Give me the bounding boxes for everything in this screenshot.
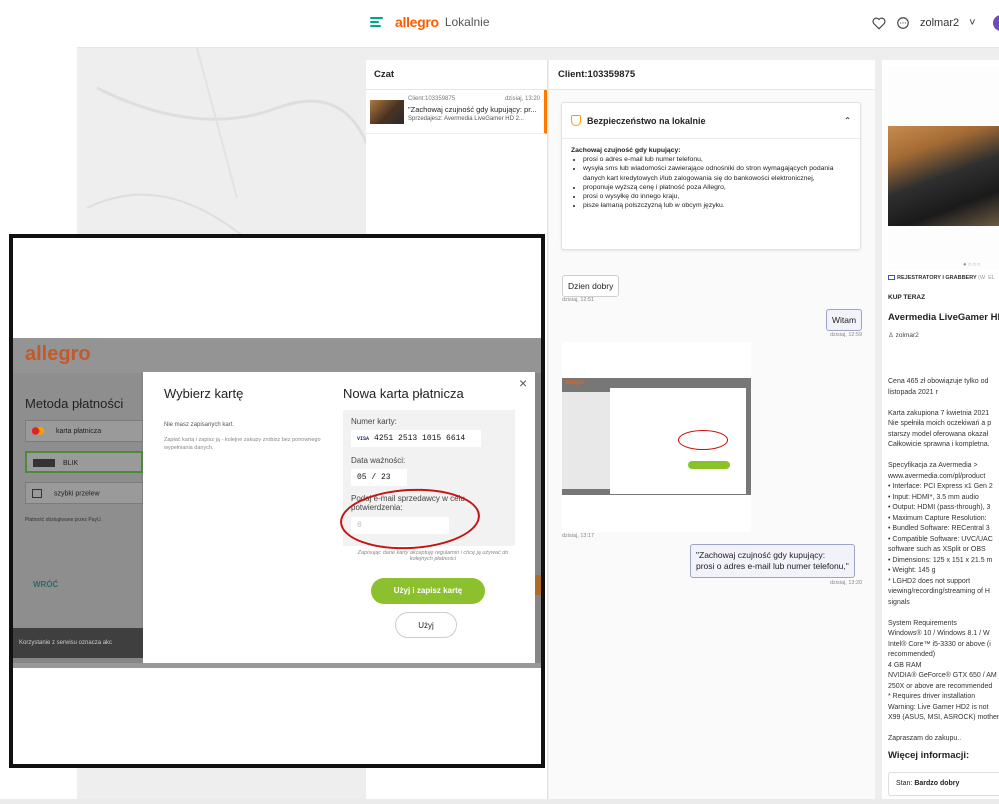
chevron-up-icon[interactable]: ⌃	[844, 116, 851, 125]
conversation-item[interactable]: Client:103359875 dzisiaj, 13:20 "Zachowa…	[366, 90, 547, 134]
product-photo	[888, 126, 999, 226]
condition-label: Stan:	[896, 780, 913, 787]
quote-line-1: "Zachowaj czujność gdy kupujący:	[696, 550, 826, 560]
top-navbar	[77, 0, 999, 48]
bank-icon	[32, 489, 42, 498]
card-number-field[interactable]: VISA 4251 2513 1015 6614	[351, 430, 481, 447]
payment-method-title: Metoda płatności	[25, 396, 124, 411]
shield-icon	[571, 115, 581, 126]
close-icon[interactable]: ×	[519, 375, 527, 391]
product-image[interactable]: ●○○○	[888, 66, 999, 270]
seller-info[interactable]: ♙ zolmar2	[888, 331, 919, 339]
safety-notice: Bezpieczeństwo na lokalnie ⌃ Zachowaj cz…	[561, 102, 861, 250]
category-extra: (W: EL	[978, 275, 995, 281]
seller-item: Avermedia LiveGamer HD 2...	[444, 116, 524, 122]
overlay-allegro-logo: allegro	[25, 343, 91, 365]
mini-red-circle	[678, 430, 728, 450]
brand-name: allegro	[395, 14, 439, 30]
card-dialog: × Wybierz kartę Nie masz zapisanych kart…	[143, 372, 535, 663]
category-name: REJESTRATORY I GRABBERY	[897, 275, 977, 281]
image-carousel-dots[interactable]: ●○○○	[963, 262, 982, 268]
overlay-divider	[13, 663, 541, 668]
safety-intro: Zachowaj czujność gdy kupujący:	[571, 147, 681, 154]
visa-icon: VISA	[357, 436, 370, 442]
mini-left-panel	[562, 392, 610, 489]
product-thumbnail	[370, 100, 404, 124]
safety-item: wysyła sms lub wiadomości zawierające od…	[583, 164, 851, 182]
safety-item: proponuje wyższą cenę i płatność poza Al…	[583, 183, 851, 192]
message-bubble-incoming: Dzien dobry	[562, 275, 620, 297]
payment-option-card[interactable]: karta płatnicza	[25, 420, 143, 442]
mini-logo: allegro	[565, 380, 585, 386]
mini-green-button	[688, 461, 730, 469]
message-bubble-outgoing: Witam	[826, 309, 863, 331]
terms-note: Zapisując dane karty akceptuję regulamin…	[357, 550, 509, 562]
option-label: BLIK	[63, 459, 79, 467]
card-number-label: Numer karty:	[351, 417, 397, 426]
safety-heading: Bezpieczeństwo na lokalnie	[587, 115, 706, 126]
header-actions: zolmar2 ˅	[872, 16, 976, 30]
conversation-time: dzisiaj, 13:20	[504, 96, 540, 102]
save-card-info: Zapłać kartą i zapisz ją - kolejne zakup…	[164, 437, 321, 451]
overlay-page-header	[13, 338, 541, 373]
blik-icon	[33, 459, 55, 467]
message-bubble-outgoing-quote: "Zachowaj czujność gdy kupujący: prosi o…	[690, 544, 855, 579]
message-time: dzisiaj, 13:20	[830, 580, 863, 586]
overlay-footer: Korzystanie z serwisu oznacza akc	[13, 628, 146, 658]
buy-now-label: KUP TERAZ	[888, 294, 926, 301]
product-panel: ●○○○ REJESTRATORY I GRABBERY (W: EL KUP …	[882, 60, 999, 799]
option-label: karta płatnicza	[56, 427, 102, 435]
payment-option-transfer[interactable]: szybki przelew	[25, 482, 143, 504]
conversation-client: Client:103359875	[408, 96, 456, 102]
expiry-label: Data ważności:	[351, 456, 406, 465]
product-description: Cena 465 zł obowiązuje tylko od listopad…	[888, 378, 999, 742]
expiry-field[interactable]: 05 / 23	[351, 469, 407, 486]
seller-label: Sprzedajesz:	[408, 116, 443, 122]
chat-list-title: Czat	[366, 60, 547, 90]
safety-header[interactable]: Bezpieczeństwo na lokalnie ⌃	[562, 103, 860, 139]
conversation-title: Client:103359875	[549, 60, 875, 90]
payment-option-blik[interactable]: BLIK	[25, 451, 143, 473]
chevron-down-icon[interactable]: ˅	[969, 17, 975, 29]
condition-value: Bardzo dobry	[914, 780, 960, 787]
allegro-lokalnie-logo[interactable]: allegro Lokalnie	[370, 14, 490, 30]
attachment-screenshot: allegro	[562, 378, 751, 495]
mastercard-icon	[32, 427, 44, 435]
product-category[interactable]: REJESTRATORY I GRABBERY (W: EL	[888, 275, 995, 281]
choose-card-title: Wybierz kartę	[164, 386, 244, 401]
messages-icon[interactable]	[896, 16, 910, 30]
menu-icon[interactable]	[370, 17, 383, 27]
use-button[interactable]: Użyj	[395, 612, 457, 638]
new-card-title: Nowa karta płatnicza	[343, 386, 464, 401]
message-time: dzisiaj, 12:59	[830, 332, 863, 338]
category-icon	[888, 275, 895, 281]
option-label: szybki przelew	[54, 490, 100, 498]
condition-box: Stan: Bardzo dobry	[888, 772, 999, 796]
user-icon: ♙	[888, 332, 894, 339]
product-title: Avermedia LiveGamer HI	[888, 312, 999, 323]
brand-sub: Lokalnie	[444, 15, 490, 29]
no-saved-cards: Nie masz zapisanych kart.	[164, 422, 235, 428]
more-info-heading: Więcej informacji:	[888, 750, 970, 761]
safety-item: prosi o wysyłkę do innego kraju,	[583, 192, 851, 201]
back-button[interactable]: WRÓĆ	[33, 580, 58, 589]
message-time: dzisiaj, 13:17	[562, 533, 595, 539]
seller-name: zolmar2	[895, 332, 919, 339]
card-number-value: 4251 2513 1015 6614	[374, 434, 466, 443]
safety-item: prosi o adres e-mail lub numer telefonu,	[583, 155, 851, 164]
pasted-screenshot-overlay: allegro Metoda płatności karta płatnicza…	[9, 234, 545, 768]
quote-line-2: prosi o adres e-mail lub numer telefonu,…	[696, 561, 849, 572]
use-and-save-card-button[interactable]: Użyj i zapisz kartę	[371, 578, 485, 604]
favorites-heart-icon[interactable]	[872, 17, 886, 30]
message-time: dzisiaj, 12:51	[562, 297, 595, 303]
conversation-preview: "Zachowaj czujność gdy kupujący: pr...	[408, 105, 537, 114]
payu-note: Płatność obsługiwane przez PayU.	[25, 517, 102, 523]
message-image-attachment[interactable]: allegro	[562, 342, 751, 532]
username[interactable]: zolmar2	[920, 17, 959, 29]
safety-item: pisze łamaną polszczyzną lub w obcym jęz…	[583, 201, 851, 210]
